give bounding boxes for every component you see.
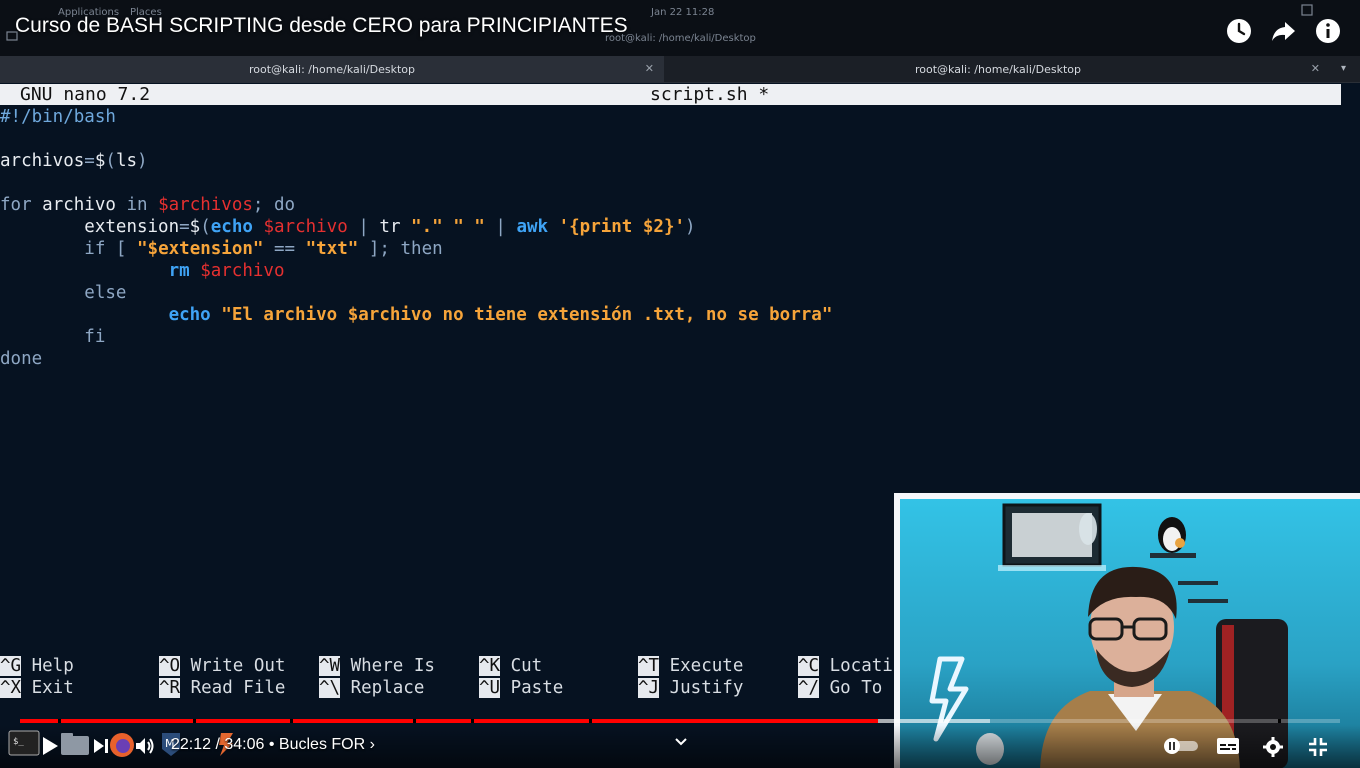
shortcut-key: ^U xyxy=(479,678,501,698)
window-close-icon[interactable] xyxy=(1301,4,1313,19)
code-line: done xyxy=(0,349,43,369)
shortcut-read-file: ^R Read File xyxy=(159,677,285,699)
code-line: if [ "$extension" == "txt" ]; then xyxy=(84,239,443,259)
shortcut-label: Read File xyxy=(180,678,286,698)
shortcut-key: ^K xyxy=(479,656,501,676)
shortcut-replace: ^\ Replace xyxy=(319,677,424,699)
code-line: echo "El archivo $archivo no tiene exten… xyxy=(168,305,833,325)
code-line: rm $archivo xyxy=(168,261,285,281)
terminal-tab-1[interactable]: root@kali: /home/kali/Desktop ✕ xyxy=(0,56,664,83)
terminal-tab-label: root@kali: /home/kali/Desktop xyxy=(915,63,1081,76)
time-display[interactable]: 22:12 / 34:06 • Bucles FOR › xyxy=(171,736,375,754)
shortcut-key: ^T xyxy=(638,656,660,676)
shortcut-label: Locati xyxy=(819,656,893,676)
shortcut-write-out: ^O Write Out xyxy=(159,655,285,677)
video-progress-bar[interactable] xyxy=(20,719,1340,723)
svg-text:$_: $_ xyxy=(13,737,24,747)
code-line: fi xyxy=(84,327,106,347)
shortcut-key: ^G xyxy=(0,656,22,676)
shortcut-key: ^J xyxy=(638,678,660,698)
autoplay-toggle-icon[interactable] xyxy=(1162,737,1200,760)
shortcut-label: Cut xyxy=(500,656,543,676)
shortcut-label: Go To xyxy=(819,678,883,698)
code-line: extension=$(echo $archivo | tr "." " " |… xyxy=(84,217,696,237)
settings-icon[interactable] xyxy=(1262,736,1284,763)
subtitles-icon[interactable] xyxy=(1216,736,1240,761)
desktop-clock: Jan 22 11:28 xyxy=(651,7,715,18)
shortcut-key: ^W xyxy=(319,656,341,676)
shortcut-label: Justify xyxy=(659,678,744,698)
code-line: else xyxy=(84,283,127,303)
shortcut-go-to: ^/ Go To xyxy=(798,677,882,699)
chapter-title[interactable]: Bucles FOR xyxy=(279,736,365,753)
nano-version: GNU nano 7.2 xyxy=(20,84,151,105)
close-tab-icon[interactable]: ✕ xyxy=(1311,62,1320,75)
shortcut-where-is: ^W Where Is xyxy=(319,655,435,677)
shortcut-label: Replace xyxy=(340,678,425,698)
shortcut-cut: ^K Cut xyxy=(479,655,542,677)
nano-editor-buffer[interactable]: #!/bin/bash archivos=$(ls) for archivo in … xyxy=(0,106,832,370)
shortcut-label: Where Is xyxy=(340,656,435,676)
close-tab-icon[interactable]: ✕ xyxy=(645,62,654,75)
progress-played xyxy=(20,719,878,723)
shortcut-execute: ^T Execute xyxy=(638,655,743,677)
share-icon[interactable] xyxy=(1269,17,1297,45)
firefox-taskbar-icon xyxy=(108,731,136,764)
nano-title-bar: GNU nano 7.2 script.sh * xyxy=(0,84,1341,105)
shortcut-label: Execute xyxy=(659,656,744,676)
watch-later-icon[interactable] xyxy=(1225,17,1253,45)
shortcut-label: Paste xyxy=(500,678,564,698)
volume-icon[interactable] xyxy=(134,736,156,761)
info-icon[interactable] xyxy=(1314,17,1342,45)
chapter-chevron-icon[interactable]: › xyxy=(370,736,375,753)
shortcut-key: ^C xyxy=(798,656,820,676)
video-frame[interactable]: Applications Places Jan 22 11:28 root@ka… xyxy=(0,0,1360,768)
terminal-tab-label: root@kali: /home/kali/Desktop xyxy=(249,63,415,76)
time-separator: • xyxy=(268,736,279,753)
code-line: archivos=$(ls) xyxy=(0,151,148,171)
shortcut-label: Exit xyxy=(21,678,74,698)
tab-menu-chevron-icon[interactable]: ▾ xyxy=(1341,63,1346,74)
fullscreen-icon[interactable] xyxy=(1307,736,1329,763)
shortcut-key: ^X xyxy=(0,678,22,698)
shortcut-help: ^G Help xyxy=(0,655,74,677)
play-icon[interactable] xyxy=(40,736,60,761)
time-elapsed-total: 22:12 / 34:06 xyxy=(171,736,265,753)
video-title[interactable]: Curso de BASH SCRIPTING desde CERO para … xyxy=(15,14,628,38)
shortcut-key: ^/ xyxy=(798,678,820,698)
shortcut-exit: ^X Exit xyxy=(0,677,74,699)
shortcut-label: Write Out xyxy=(180,656,286,676)
files-taskbar-icon xyxy=(60,732,90,761)
shortcut-key: ^O xyxy=(159,656,181,676)
chevron-down-icon[interactable] xyxy=(673,735,689,754)
code-line: for archivo in $archivos; do xyxy=(0,195,296,215)
shortcut-label: Help xyxy=(21,656,74,676)
terminal-tab-2[interactable]: root@kali: /home/kali/Desktop ✕ xyxy=(666,56,1330,83)
code-line: #!/bin/bash xyxy=(0,107,116,127)
shortcut-key: ^R xyxy=(159,678,181,698)
shortcut-justify: ^J Justify xyxy=(638,677,743,699)
shortcut-locati: ^C Locati xyxy=(798,655,893,677)
terminal-tab-bar: root@kali: /home/kali/Desktop ✕ root@kal… xyxy=(0,56,1360,83)
shortcut-paste: ^U Paste xyxy=(479,677,563,699)
terminal-taskbar-icon: $_ xyxy=(8,730,40,761)
nano-filename: script.sh * xyxy=(650,84,770,105)
shortcut-key: ^\ xyxy=(319,678,341,698)
